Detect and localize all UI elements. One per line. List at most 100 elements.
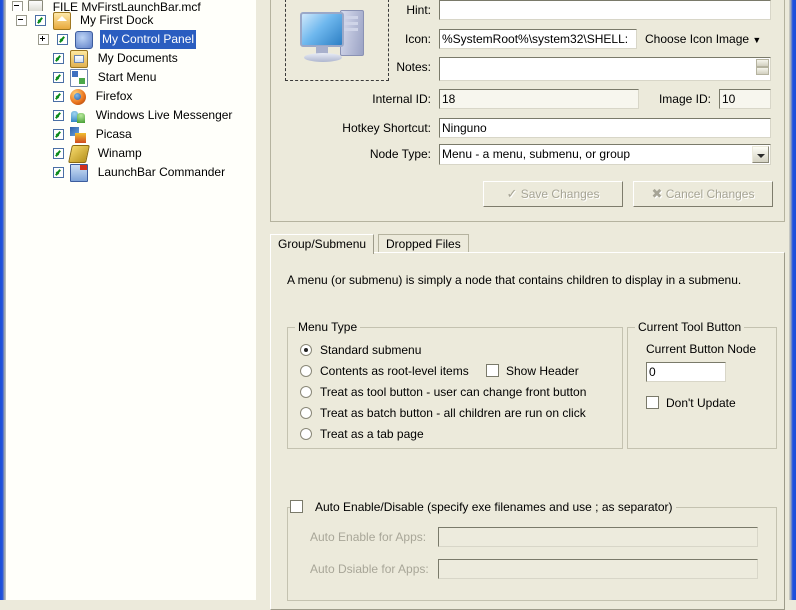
winamp-icon [68, 144, 91, 163]
tree-row-start-menu[interactable]: Start Menu [6, 68, 256, 87]
cancel-changes-label: Cancel Changes [665, 187, 755, 201]
chevron-down-icon: ▼ [752, 35, 762, 45]
node-checkbox[interactable] [53, 167, 64, 179]
current-button-node-label: Current Button Node [646, 342, 757, 356]
tree-item-label: Start Menu [97, 70, 157, 85]
current-tool-button-group: Current Tool Button Current Button Node … [627, 320, 777, 449]
tree-item-label: LaunchBar Commander [97, 165, 226, 180]
auto-enable-disable-group: Auto Enable/Disable (specify exe filenam… [287, 500, 777, 601]
tab-strip[interactable]: Group/Submenu Dropped Files [270, 234, 785, 254]
node-checkbox[interactable] [35, 15, 47, 27]
radio-treat-as-tool-button[interactable] [300, 386, 312, 398]
tree-item-label: My Documents [97, 51, 178, 66]
file-icon [28, 0, 44, 11]
check-icon: ✓ [506, 186, 518, 201]
tab-group-submenu-label: Group/Submenu [278, 237, 367, 251]
node-properties-panel: Hint: Icon: %SystemRoot%\system32\SHELL:… [270, 0, 785, 222]
node-checkbox[interactable] [53, 53, 64, 65]
node-tree[interactable]: FILE MyFirstLaunchBar.mcf My First Dock … [6, 0, 256, 182]
control-panel-icon [74, 30, 93, 49]
auto-disable-for-apps-input[interactable] [438, 559, 758, 579]
radio-contents-as-root-level-items[interactable] [300, 365, 312, 377]
node-checkbox[interactable] [53, 148, 64, 160]
node-type-value: Menu - a menu, submenu, or group [442, 147, 631, 161]
scroll-down-icon[interactable] [756, 67, 769, 75]
window-frame-right [789, 0, 796, 600]
save-changes-button[interactable]: ✓ Save Changes [483, 181, 623, 207]
node-type-label: Node Type: [369, 147, 431, 161]
radio-treat-as-batch-button-label: Treat as batch button - all children are… [320, 406, 586, 420]
icon-path-input[interactable]: %SystemRoot%\system32\SHELL: [439, 29, 637, 49]
tree-item-label: Windows Live Messenger [95, 108, 233, 123]
notes-scrollbar[interactable] [756, 59, 769, 75]
tree-row-my-control-panel[interactable]: My Control Panel [6, 30, 256, 50]
tree-row-windows-live-messenger[interactable]: Windows Live Messenger [6, 106, 256, 125]
auto-enable-for-apps-input[interactable] [438, 527, 758, 547]
tree-row-picasa[interactable]: Picasa [6, 125, 256, 144]
image-id-label: Image ID: [658, 92, 711, 106]
tree-item-label: Winamp [97, 146, 142, 161]
auto-enable-for-apps-label: Auto Enable for Apps: [310, 530, 427, 544]
show-header-label: Show Header [506, 364, 579, 378]
tree-row-root[interactable]: FILE MyFirstLaunchBar.mcf [6, 0, 256, 11]
tree-item-label: My First Dock [80, 13, 154, 28]
radio-treat-as-tab-page-label: Treat as a tab page [320, 427, 424, 441]
tree-row-firefox[interactable]: Firefox [6, 87, 256, 106]
save-changes-label: Save Changes [520, 187, 600, 201]
radio-standard-submenu[interactable] [300, 344, 312, 356]
group-submenu-description: A menu (or submenu) is simply a node tha… [287, 273, 742, 287]
current-tool-button-caption: Current Tool Button [635, 320, 745, 334]
icon-label: Icon: [404, 32, 431, 46]
tree-row-launchbar-commander[interactable]: LaunchBar Commander [6, 163, 256, 182]
tab-dropped-files[interactable]: Dropped Files [378, 234, 469, 253]
firefox-icon [70, 88, 87, 105]
node-type-select[interactable]: Menu - a menu, submenu, or group [439, 144, 771, 165]
node-checkbox[interactable] [57, 34, 69, 46]
computer-monitor-icon [300, 8, 372, 70]
dont-update-checkbox[interactable] [646, 396, 659, 409]
auto-enable-disable-checkbox[interactable] [290, 500, 303, 513]
cancel-changes-button[interactable]: ✖ Cancel Changes [633, 181, 773, 207]
tab-group-submenu[interactable]: Group/Submenu [270, 234, 375, 254]
node-checkbox[interactable] [53, 110, 64, 122]
menu-type-group: Menu Type Standard submenu Contents as r… [287, 320, 623, 449]
expander-icon[interactable] [38, 34, 49, 46]
node-tree-panel[interactable]: FILE MyFirstLaunchBar.mcf My First Dock … [6, 0, 256, 600]
hotkey-shortcut-input[interactable]: Ninguno [439, 118, 771, 138]
expander-icon[interactable] [16, 15, 27, 27]
notes-input[interactable] [439, 57, 771, 81]
tree-item-label: My Control Panel [100, 30, 197, 50]
properties-area: Hint: Icon: %SystemRoot%\system32\SHELL:… [256, 0, 789, 610]
expander-icon[interactable] [12, 1, 23, 11]
close-icon: ✖ [651, 186, 663, 201]
show-header-checkbox[interactable] [486, 364, 499, 377]
node-checkbox[interactable] [53, 91, 64, 103]
tree-row-winamp[interactable]: Winamp [6, 144, 256, 163]
detail-tab-host: Group/Submenu Dropped Files A menu (or s… [270, 234, 785, 610]
launchbar-icon [70, 163, 89, 182]
current-button-node-input[interactable]: 0 [646, 362, 726, 382]
scroll-up-icon[interactable] [756, 59, 769, 67]
tab-panel-group-submenu: A menu (or submenu) is simply a node tha… [270, 252, 785, 610]
notes-label: Notes: [396, 60, 431, 74]
image-id-input[interactable]: 10 [719, 89, 771, 109]
choose-icon-image-label: Choose Icon Image [645, 32, 750, 46]
launchbar-commander-window: FILE MyFirstLaunchBar.mcf My First Dock … [0, 0, 796, 610]
auto-enable-disable-caption: Auto Enable/Disable (specify exe filenam… [295, 500, 676, 514]
node-checkbox[interactable] [53, 72, 64, 84]
chevron-down-icon[interactable] [752, 146, 769, 163]
tree-row-my-documents[interactable]: My Documents [6, 49, 256, 68]
tab-dropped-files-label: Dropped Files [386, 237, 461, 251]
internal-id-label: Internal ID: [372, 92, 431, 106]
start-menu-icon [70, 68, 89, 87]
hint-input[interactable] [439, 0, 771, 20]
tree-row-my-first-dock[interactable]: My First Dock [6, 11, 256, 30]
radio-treat-as-tab-page[interactable] [300, 428, 312, 440]
radio-treat-as-batch-button[interactable] [300, 407, 312, 419]
computer-base-part [304, 53, 342, 62]
auto-disable-for-apps-label: Auto Dsiable for Apps: [310, 562, 429, 576]
radio-treat-as-tool-button-label: Treat as tool button - user can change f… [320, 385, 587, 399]
messenger-icon [70, 108, 86, 124]
node-checkbox[interactable] [53, 129, 64, 141]
choose-icon-image-button[interactable]: Choose Icon Image ▼ [645, 29, 785, 50]
